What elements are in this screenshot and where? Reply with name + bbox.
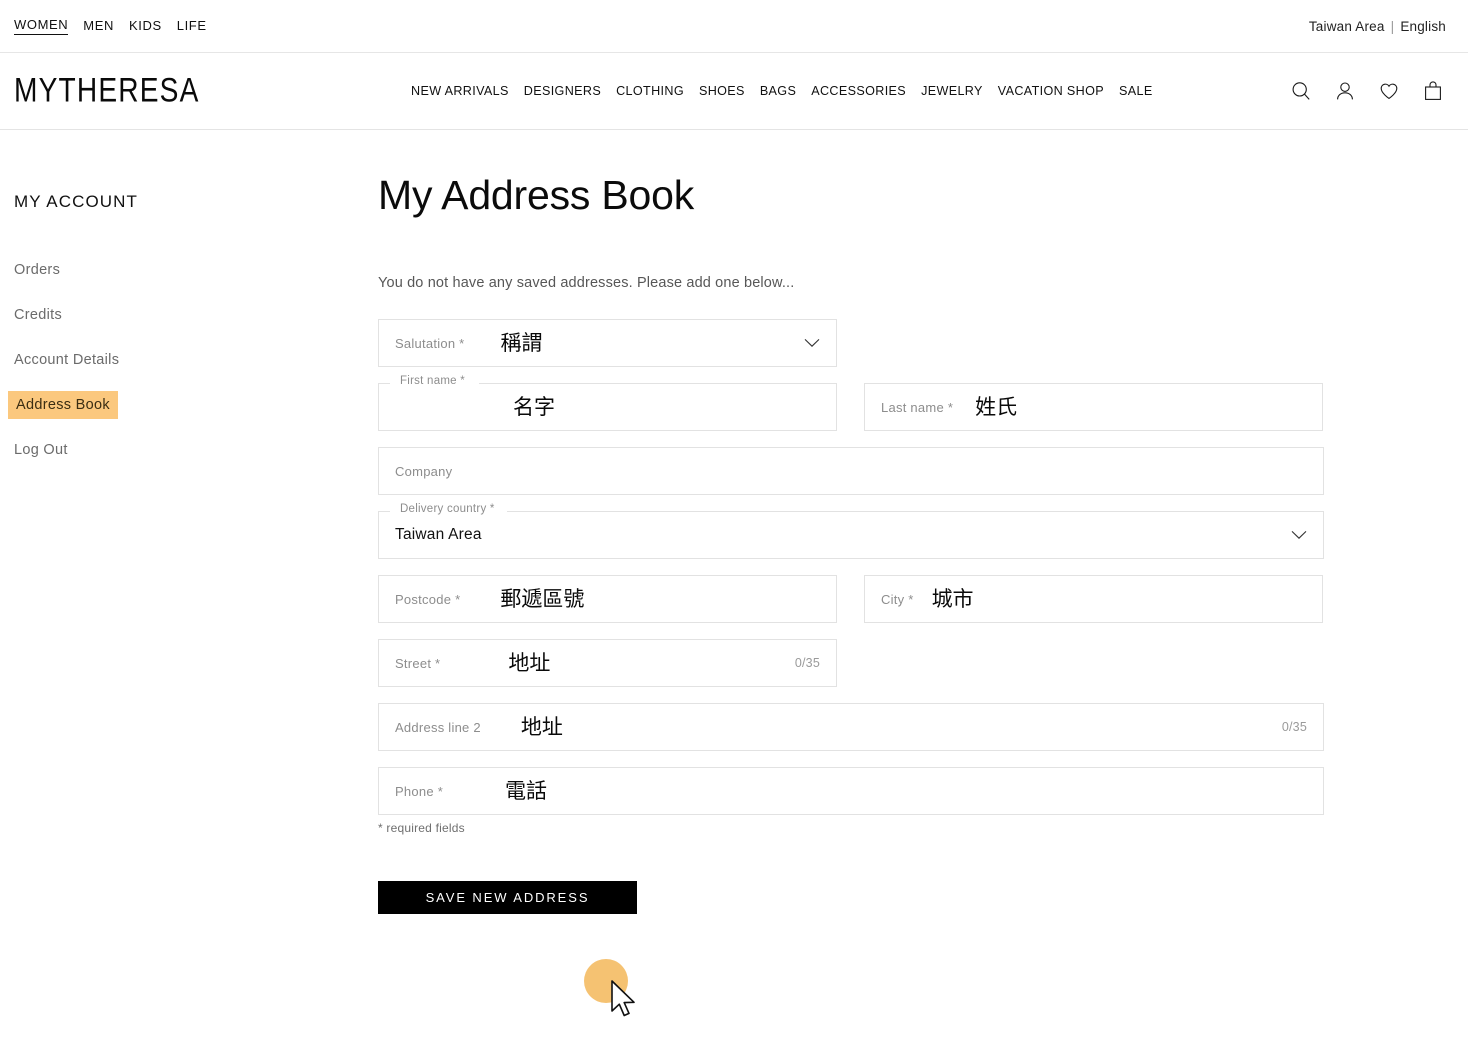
site-logo[interactable]: MYTHERESA — [14, 73, 200, 108]
arrow-cursor — [610, 980, 640, 1027]
address-line-2-label: Address line 2 — [395, 719, 481, 735]
chevron-down-icon — [804, 338, 820, 348]
gender-nav: WOMEN MEN KIDS LIFE — [14, 17, 207, 35]
form-row-address-line-2: Address line 2 地址 0/35 — [378, 703, 1324, 751]
street-char-counter: 0/35 — [794, 656, 820, 670]
nav-designers[interactable]: DESIGNERS — [524, 84, 601, 98]
last-name-value: 姓氏 — [975, 394, 1018, 419]
phone-value: 電話 — [505, 778, 548, 803]
postcode-value: 郵遞區號 — [500, 586, 585, 611]
region-language-separator: | — [1390, 18, 1395, 34]
search-icon[interactable] — [1288, 78, 1314, 104]
nav-vacation-shop[interactable]: VACATION SHOP — [998, 84, 1104, 98]
form-row-name: First name * 名字 Last name * 姓氏 — [378, 375, 1324, 431]
page-body: MY ACCOUNT Orders Credits Account Detail… — [0, 130, 1468, 914]
account-sidebar: MY ACCOUNT Orders Credits Account Detail… — [0, 130, 378, 914]
form-row-company: Company — [378, 447, 1324, 495]
click-highlight — [584, 959, 628, 1003]
address-form: Salutation * 稱謂 First name * 名字 Last nam… — [378, 319, 1324, 914]
postcode-label: Postcode * — [395, 591, 461, 607]
empty-address-message: You do not have any saved addresses. Ple… — [378, 275, 795, 291]
form-row-salutation: Salutation * 稱謂 — [378, 319, 1324, 367]
form-row-delivery-country: Delivery country * Taiwan Area — [378, 503, 1324, 559]
delivery-country-label: Delivery country * — [396, 503, 499, 516]
nav-shoes[interactable]: SHOES — [699, 84, 745, 98]
street-label: Street * — [395, 655, 441, 671]
nav-bags[interactable]: BAGS — [760, 84, 796, 98]
city-field[interactable]: City * 城市 — [864, 575, 1323, 623]
language-selector[interactable]: English — [1400, 19, 1446, 34]
nav-jewelry[interactable]: JEWELRY — [921, 84, 983, 98]
delivery-country-value: Taiwan Area — [395, 526, 482, 543]
nav-new-arrivals[interactable]: NEW ARRIVALS — [411, 84, 509, 98]
nav-sale[interactable]: SALE — [1119, 84, 1153, 98]
address-line-2-value: 地址 — [520, 714, 563, 739]
last-name-field[interactable]: Last name * 姓氏 — [864, 383, 1323, 431]
top-nav-life[interactable]: LIFE — [177, 18, 207, 35]
top-nav-women[interactable]: WOMEN — [14, 17, 69, 35]
sidebar-item-address-book[interactable]: Address Book — [8, 391, 118, 419]
top-utility-bar: WOMEN MEN KIDS LIFE Taiwan Area | Englis… — [0, 0, 1468, 53]
salutation-select[interactable]: Salutation * 稱謂 — [378, 319, 837, 367]
required-fields-note: * required fields — [378, 821, 465, 835]
phone-field[interactable]: Phone * 電話 — [378, 767, 1324, 815]
site-header: MYTHERESA NEW ARRIVALS DESIGNERS CLOTHIN… — [0, 53, 1468, 130]
delivery-country-select[interactable]: Delivery country * Taiwan Area — [378, 503, 1324, 559]
address-line-2-char-counter: 0/35 — [1281, 720, 1307, 734]
sidebar-title: MY ACCOUNT — [14, 192, 139, 211]
region-selector[interactable]: Taiwan Area — [1309, 19, 1385, 34]
top-nav-men[interactable]: MEN — [83, 18, 114, 35]
account-icon[interactable] — [1332, 78, 1358, 104]
sidebar-item-log-out[interactable]: Log Out — [14, 436, 72, 464]
wishlist-heart-icon[interactable] — [1376, 78, 1402, 104]
first-name-label: First name * — [396, 375, 469, 388]
company-label: Company — [395, 463, 453, 479]
salutation-value: 稱謂 — [500, 330, 543, 355]
sidebar-list: Orders Credits Account Details Address B… — [8, 256, 378, 481]
city-label: City * — [881, 591, 914, 607]
company-field[interactable]: Company — [378, 447, 1324, 495]
sidebar-item-account-details[interactable]: Account Details — [14, 346, 123, 374]
sidebar-item-credits[interactable]: Credits — [14, 301, 66, 329]
street-field[interactable]: Street * 地址 0/35 — [378, 639, 837, 687]
main-navigation: NEW ARRIVALS DESIGNERS CLOTHING SHOES BA… — [411, 84, 1153, 98]
sidebar-item-orders[interactable]: Orders — [14, 256, 64, 284]
first-name-field[interactable]: First name * 名字 — [378, 375, 837, 431]
save-new-address-button[interactable]: SAVE NEW ADDRESS — [378, 881, 637, 914]
form-row-postcode-city: Postcode * 郵遞區號 City * 城市 — [378, 575, 1324, 623]
shopping-bag-icon[interactable] — [1420, 78, 1446, 104]
postcode-field[interactable]: Postcode * 郵遞區號 — [378, 575, 837, 623]
nav-clothing[interactable]: CLOTHING — [616, 84, 684, 98]
address-line-2-field[interactable]: Address line 2 地址 0/35 — [378, 703, 1324, 751]
nav-accessories[interactable]: ACCESSORIES — [811, 84, 906, 98]
street-value: 地址 — [508, 650, 551, 675]
top-nav-kids[interactable]: KIDS — [129, 18, 162, 35]
salutation-label: Salutation * — [395, 335, 465, 351]
region-language-switcher: Taiwan Area | English — [1309, 19, 1452, 34]
main-content: My Address Book You do not have any save… — [378, 130, 1468, 914]
phone-label: Phone * — [395, 783, 444, 799]
form-row-phone: Phone * 電話 — [378, 767, 1324, 815]
header-icon-group — [1288, 78, 1450, 104]
page-title: My Address Book — [378, 172, 695, 218]
chevron-down-icon — [1291, 530, 1307, 540]
last-name-label: Last name * — [881, 399, 954, 415]
first-name-value: 名字 — [513, 394, 555, 419]
city-value: 城市 — [931, 586, 974, 611]
form-row-street: Street * 地址 0/35 — [378, 639, 1324, 687]
